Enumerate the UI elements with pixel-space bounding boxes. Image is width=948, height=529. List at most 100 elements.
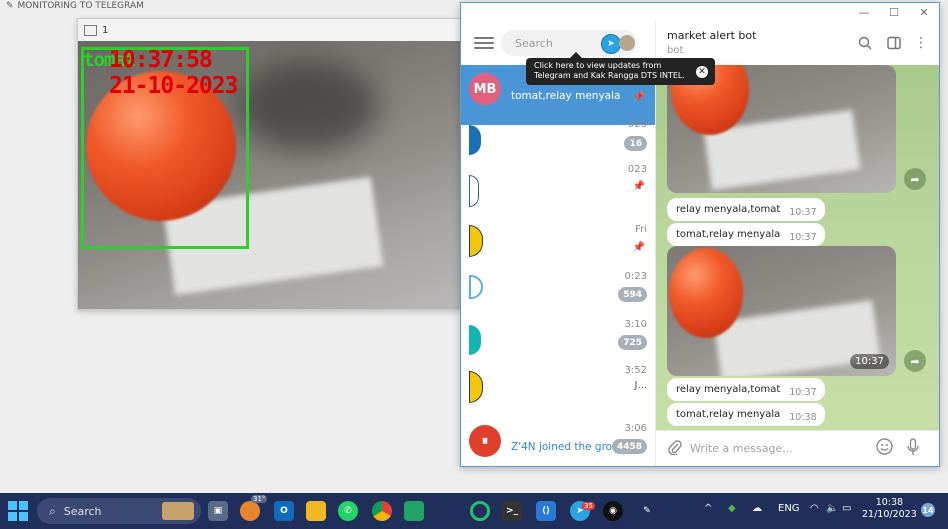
chat-time: 3:10 — [624, 319, 647, 330]
search-icon: ⌕ — [49, 503, 56, 518]
unread-badge: 594 — [618, 287, 647, 302]
avatar — [469, 275, 483, 299]
chat-item[interactable]: ⏸ 3:06 Z'4N joined the group... 4458 — [461, 417, 655, 466]
language-indicator[interactable]: ENG — [778, 503, 800, 514]
vscode-icon[interactable]: ⟨⟩ — [536, 501, 556, 521]
notification-badge[interactable]: 14 — [921, 503, 935, 517]
cloud-icon[interactable]: ☁ — [752, 503, 762, 514]
close-button[interactable]: ✕ — [909, 3, 939, 21]
camera-window[interactable]: 1 tomat 10:37:58 21-10-2023 — [77, 18, 462, 310]
system-clock[interactable]: 10:38 21/10/2023 — [862, 497, 917, 521]
pin-icon: 📌 — [632, 92, 645, 103]
updates-tooltip[interactable]: Click here to view updates from Telegram… — [526, 58, 715, 85]
background-app-title: ✎ MONITORING TO TELEGRAM — [0, 0, 144, 12]
menu-icon[interactable] — [474, 37, 494, 49]
whatsapp-icon[interactable]: ✆ — [338, 501, 358, 521]
photo-message[interactable]: 10:37 — [667, 246, 896, 376]
chat-panel: market alert bot bot ⋮ ➦ relay menyala,t… — [656, 21, 939, 466]
overlay-time: 10:37:58 — [109, 47, 213, 73]
show-hidden-icons[interactable]: ^ — [704, 503, 712, 514]
overlay-date: 21-10-2023 — [109, 73, 238, 99]
clock-time: 10:38 — [875, 497, 904, 508]
camera-window-titlebar[interactable]: 1 — [78, 19, 461, 41]
message-time: 10:37 — [789, 206, 817, 218]
close-icon[interactable]: ✕ — [696, 66, 708, 78]
clock-date: 21/10/2023 — [862, 509, 917, 520]
feather-icon: ✎ — [6, 1, 14, 11]
message-time: 10:37 — [789, 231, 817, 243]
forward-icon[interactable]: ➦ — [904, 168, 926, 190]
spreadsheet-icon[interactable] — [404, 501, 424, 521]
message-bubble[interactable]: tomat,relay menyala 10:37 — [667, 223, 825, 246]
photo-time: 10:37 — [850, 354, 889, 369]
search-box[interactable]: ➤ — [501, 30, 637, 56]
volume-icon[interactable]: 🔈 — [826, 503, 838, 514]
battery-icon[interactable]: ▭ — [842, 503, 851, 514]
message-bubble[interactable]: relay menyala,tomat 10:37 — [667, 198, 825, 221]
chat-time: 3:06 — [624, 423, 647, 434]
message-text: relay menyala,tomat — [676, 384, 781, 395]
chat-status: bot — [667, 45, 684, 56]
feather-icon[interactable]: ✎ — [637, 501, 657, 521]
window-controls: — ☐ ✕ — [849, 3, 939, 21]
chat-time: 0:23 — [624, 271, 647, 282]
chat-time: Fri — [635, 224, 647, 235]
search-icon[interactable] — [856, 34, 874, 52]
sidebar-toggle-icon[interactable] — [885, 34, 903, 52]
message-bubble[interactable]: relay menyala,tomat 10:37 — [667, 378, 825, 401]
security-icon[interactable]: ◆ — [728, 503, 736, 514]
unread-badge: 4458 — [611, 439, 647, 454]
wifi-icon[interactable]: ◠ — [810, 503, 819, 514]
telegram-badge: 35 — [582, 502, 595, 510]
avatar: ⏸ — [469, 425, 501, 457]
search-highlight-icon — [161, 502, 194, 520]
refresh-app-icon[interactable] — [470, 501, 490, 521]
message-text: relay menyala,tomat — [676, 204, 781, 215]
chat-item[interactable]: 023 📌 — [461, 161, 655, 221]
emoji-icon[interactable] — [876, 438, 893, 459]
chrome-icon[interactable] — [372, 501, 392, 521]
taskbar-search[interactable]: ⌕ Search — [37, 498, 201, 524]
avatar: MB — [469, 73, 501, 105]
telegram-icon[interactable]: ➤ — [601, 34, 621, 54]
avatar — [469, 175, 479, 207]
pin-icon: 📌 — [632, 181, 645, 192]
avatar — [469, 125, 481, 155]
message-bubble[interactable]: tomat,relay menyala 10:38 — [667, 403, 825, 426]
unread-badge: 16 — [624, 136, 647, 151]
file-explorer-icon[interactable] — [306, 501, 326, 521]
window-app-icon — [84, 24, 97, 36]
tooltip-line-1: Click here to view updates from — [534, 61, 662, 70]
task-view-icon[interactable]: ▣ — [208, 501, 228, 521]
minimize-button[interactable]: — — [849, 3, 879, 21]
camera-window-title: 1 — [102, 24, 109, 36]
message-area[interactable]: ➦ relay menyala,tomat 10:37 tomat,relay … — [656, 65, 939, 431]
terminal-icon[interactable]: >_ — [502, 501, 522, 521]
attach-icon[interactable] — [668, 439, 682, 459]
weather-icon[interactable] — [240, 501, 260, 521]
outlook-icon[interactable]: O — [274, 501, 294, 521]
message-text: tomat,relay menyala — [676, 409, 781, 420]
taskbar-search-label: Search — [63, 504, 102, 518]
chat-time: 023 — [627, 164, 647, 175]
message-text: tomat,relay menyala — [676, 229, 781, 240]
chat-preview: tomat,relay menyala — [511, 90, 621, 102]
maximize-button[interactable]: ☐ — [879, 3, 909, 21]
background-app-title-text: MONITORING TO TELEGRAM — [17, 1, 144, 11]
chat-list-panel: ➤ MB tomat,relay menyala 📌 023 16 023 📌 … — [461, 21, 656, 466]
message-input[interactable] — [688, 441, 862, 456]
chat-item[interactable]: 3:52 J... — [461, 361, 655, 421]
windows-start-icon[interactable] — [8, 501, 28, 521]
tooltip-line-2: Telegram and Kak Rangga DTS INTEL. — [534, 71, 685, 80]
obs-icon[interactable]: ◉ — [603, 501, 623, 521]
chat-time: 3:52 — [624, 365, 647, 376]
microphone-icon[interactable] — [907, 437, 919, 460]
chat-time: 023 — [627, 119, 647, 130]
story-avatar[interactable] — [619, 35, 635, 51]
avatar — [469, 371, 483, 403]
taskbar: ⌕ Search ▣ 31° O ✆ >_ ⟨⟩ ➤ 35 ◉ ✎ ^ ◆ ☁ … — [0, 493, 948, 529]
chat-title[interactable]: market alert bot — [667, 29, 756, 42]
forward-icon[interactable]: ➦ — [904, 350, 926, 372]
more-options-icon[interactable]: ⋮ — [912, 34, 930, 52]
message-time: 10:38 — [789, 411, 817, 423]
